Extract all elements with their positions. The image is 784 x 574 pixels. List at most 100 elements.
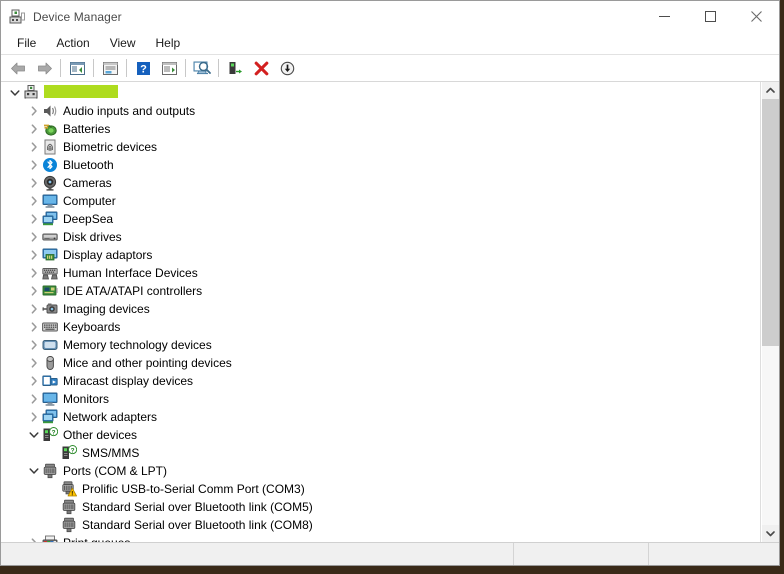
tree-root-computer[interactable] <box>7 84 760 102</box>
scan-for-hardware-changes-icon[interactable] <box>189 56 215 80</box>
tree-item-biometric-devices[interactable]: Biometric devices <box>7 138 760 156</box>
tree-item-label: Network adapters <box>63 410 158 424</box>
chevron-right-icon[interactable] <box>26 534 42 542</box>
chevron-right-icon[interactable] <box>26 408 42 426</box>
keyboard-icon <box>42 319 58 335</box>
ide-controller-icon <box>42 283 58 299</box>
toolbar-separator <box>126 59 127 77</box>
chevron-right-icon[interactable] <box>26 318 42 336</box>
status-pane-b <box>648 543 779 565</box>
tree-item-label: Disk drives <box>63 230 122 244</box>
device-tree-pane[interactable]: Audio inputs and outputs Batteries Biome… <box>1 82 761 542</box>
chevron-right-icon[interactable] <box>26 246 42 264</box>
tree-item-miracast-display-devices[interactable]: Miracast display devices <box>7 372 760 390</box>
tree-item-label: Print queues <box>63 535 130 542</box>
chevron-right-icon[interactable] <box>26 390 42 408</box>
chevron-right-icon[interactable] <box>26 138 42 156</box>
tree-item-sms-mms[interactable]: ? SMS/MMS <box>7 444 760 462</box>
chevron-right-icon[interactable] <box>26 300 42 318</box>
tree-item-label: Batteries <box>63 122 111 136</box>
scroll-down-button[interactable] <box>762 525 779 542</box>
printer-icon <box>42 535 58 542</box>
tree-item-label: Computer <box>63 194 116 208</box>
tree-item-batteries[interactable]: Batteries <box>7 120 760 138</box>
chevron-right-icon[interactable] <box>26 282 42 300</box>
tree-item-computer[interactable]: Computer <box>7 192 760 210</box>
monitor-icon <box>42 391 58 407</box>
scroll-up-button[interactable] <box>762 82 779 99</box>
tree-item-label: Other devices <box>63 428 138 442</box>
uninstall-device-icon[interactable] <box>248 56 274 80</box>
tree-item-network-adapters[interactable]: Network adapters <box>7 408 760 426</box>
tree-item-mice-and-other-pointing-devices[interactable]: Mice and other pointing devices <box>7 354 760 372</box>
chevron-right-icon[interactable] <box>26 156 42 174</box>
tree-item-audio-inputs-and-outputs[interactable]: Audio inputs and outputs <box>7 102 760 120</box>
tree-item-prolific-usb-to-serial-comm-port-com3[interactable]: Prolific USB-to-Serial Comm Port (COM3) <box>7 480 760 498</box>
chevron-down-icon[interactable] <box>26 462 42 480</box>
menu-help[interactable]: Help <box>146 33 191 53</box>
network-icon <box>42 409 58 425</box>
tree-item-imaging-devices[interactable]: Imaging devices <box>7 300 760 318</box>
tree-item-monitors[interactable]: Monitors <box>7 390 760 408</box>
battery-icon <box>42 121 58 137</box>
computer-root-icon <box>23 85 39 101</box>
chevron-right-icon[interactable] <box>26 372 42 390</box>
tree-item-print-queues[interactable]: Print queues <box>7 534 760 542</box>
chevron-right-icon[interactable] <box>26 210 42 228</box>
tree-item-memory-technology-devices[interactable]: Memory technology devices <box>7 336 760 354</box>
menu-file[interactable]: File <box>7 33 46 53</box>
tree-item-label: Mice and other pointing devices <box>63 356 232 370</box>
maximize-button[interactable] <box>687 1 733 32</box>
minimize-button[interactable] <box>641 1 687 32</box>
tree-item-deepsea[interactable]: DeepSea <box>7 210 760 228</box>
tree-item-label: IDE ATA/ATAPI controllers <box>63 284 203 298</box>
chevron-right-icon[interactable] <box>26 120 42 138</box>
chevron-right-icon[interactable] <box>26 336 42 354</box>
port-icon <box>61 499 77 515</box>
download-icon[interactable] <box>274 56 300 80</box>
tree-item-label: Human Interface Devices <box>63 266 198 280</box>
tree-item-ide-ata-atapi-controllers[interactable]: IDE ATA/ATAPI controllers <box>7 282 760 300</box>
tree-item-other-devices[interactable]: ? Other devices <box>7 426 760 444</box>
device-tree: Audio inputs and outputs Batteries Biome… <box>1 84 760 542</box>
chevron-down-icon[interactable] <box>26 426 42 444</box>
vertical-scrollbar[interactable] <box>761 82 779 542</box>
tree-item-cameras[interactable]: Cameras <box>7 174 760 192</box>
tree-item-standard-serial-over-bluetooth-link-com5[interactable]: Standard Serial over Bluetooth link (COM… <box>7 498 760 516</box>
tree-item-label: Monitors <box>63 392 110 406</box>
back-arrow-icon[interactable] <box>5 56 31 80</box>
chevron-right-icon[interactable] <box>26 174 42 192</box>
update-driver-icon[interactable] <box>156 56 182 80</box>
chevron-right-icon[interactable] <box>26 228 42 246</box>
tree-item-disk-drives[interactable]: Disk drives <box>7 228 760 246</box>
menu-view[interactable]: View <box>100 33 146 53</box>
imaging-device-icon <box>42 301 58 317</box>
properties-icon[interactable] <box>97 56 123 80</box>
chevron-down-icon[interactable] <box>7 84 23 102</box>
svg-text:?: ? <box>140 63 147 75</box>
svg-text:?: ? <box>71 447 75 454</box>
monitor-icon <box>42 193 58 209</box>
tree-item-ports-com-and-lpt[interactable]: Ports (COM & LPT) <box>7 462 760 480</box>
tree-item-bluetooth[interactable]: Bluetooth <box>7 156 760 174</box>
enable-device-icon[interactable] <box>222 56 248 80</box>
chevron-right-icon[interactable] <box>26 264 42 282</box>
tree-item-standard-serial-over-bluetooth-link-com8[interactable]: Standard Serial over Bluetooth link (COM… <box>7 516 760 534</box>
menu-action[interactable]: Action <box>46 33 99 53</box>
scrollbar-thumb[interactable] <box>762 99 779 347</box>
show-hide-console-tree-icon[interactable] <box>64 56 90 80</box>
scrollbar-track[interactable] <box>762 99 779 525</box>
tree-item-keyboards[interactable]: Keyboards <box>7 318 760 336</box>
device-manager-icon <box>9 9 25 25</box>
chevron-right-icon[interactable] <box>26 192 42 210</box>
tree-item-display-adaptors[interactable]: Display adaptors <box>7 246 760 264</box>
close-button[interactable] <box>733 1 779 32</box>
tree-item-label: SMS/MMS <box>82 446 140 460</box>
help-icon[interactable]: ? <box>130 56 156 80</box>
chevron-right-icon[interactable] <box>26 354 42 372</box>
tree-item-human-interface-devices[interactable]: Human Interface Devices <box>7 264 760 282</box>
chevron-right-icon[interactable] <box>26 102 42 120</box>
fingerprint-icon <box>42 139 58 155</box>
forward-arrow-icon[interactable] <box>31 56 57 80</box>
